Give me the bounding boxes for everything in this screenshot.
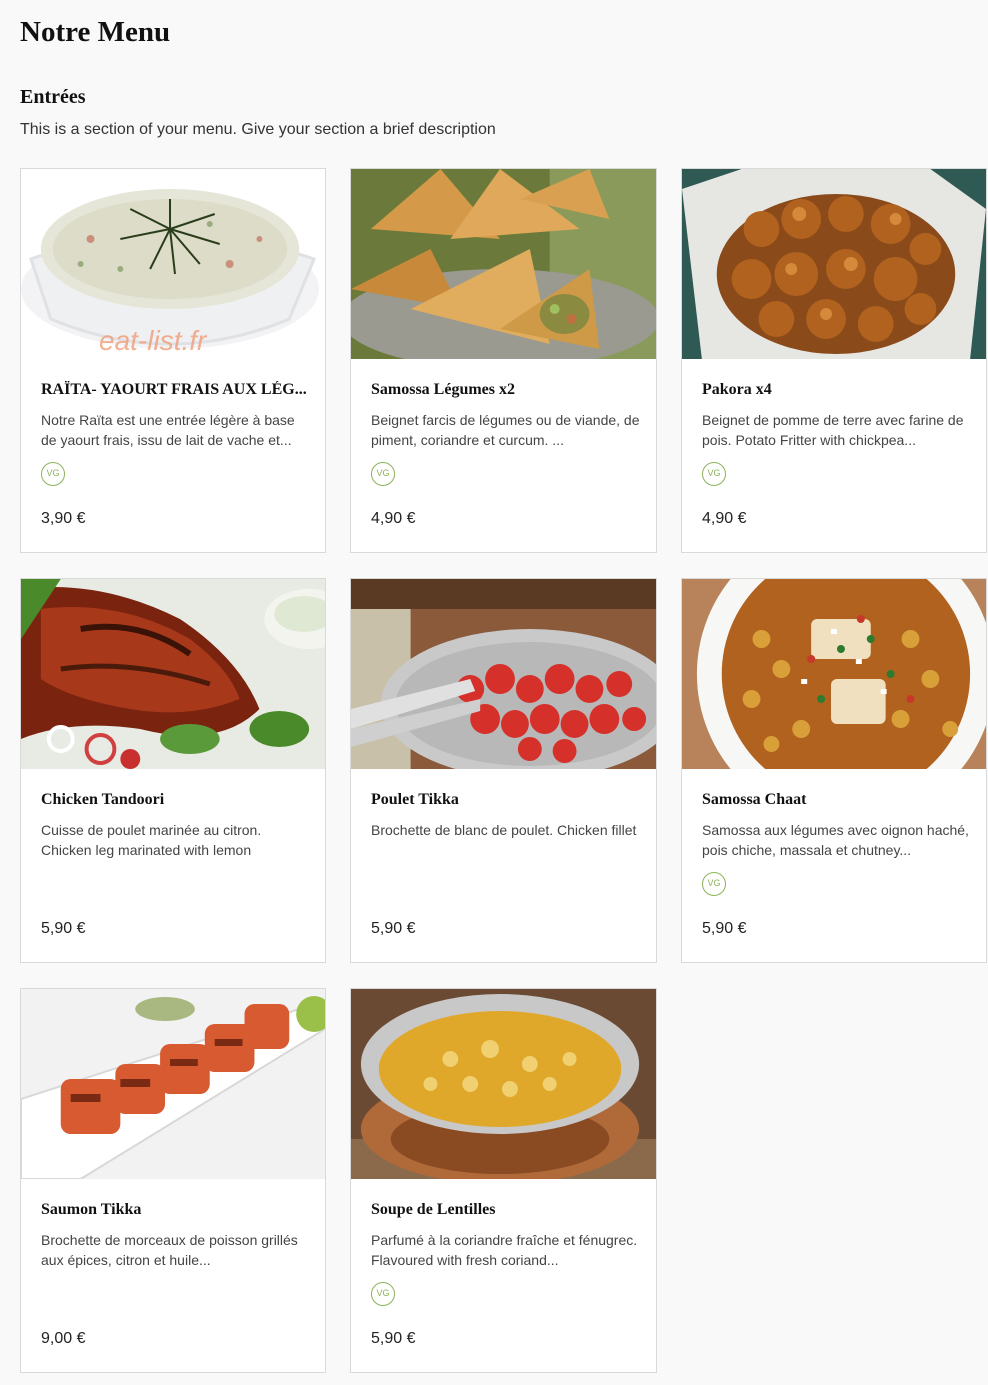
section-description: This is a section of your menu. Give you… [20, 121, 496, 138]
menu-item-card[interactable]: Chicken Tandoori Cuisse de poulet mariné… [20, 578, 326, 963]
menu-item-description: Cuisse de poulet marinée au citron. Chic… [41, 822, 262, 858]
menu-item-name: Chicken Tandoori [41, 791, 165, 808]
samossa-chaat-image [682, 579, 986, 769]
menu-item-price: 9,00 € [41, 1330, 86, 1347]
vegetarian-badge-icon: VG [702, 872, 726, 896]
watermark-text: eat-list.fr [99, 325, 207, 356]
pakora-image [682, 169, 986, 359]
raita-bowl-image: eat-list.fr [21, 169, 325, 359]
poulet-tikka-image [351, 579, 656, 769]
menu-item-description: Beignet de pomme de terre avec farine de… [702, 412, 964, 448]
vegetarian-badge-icon: VG [371, 462, 395, 486]
menu-item-name: Samossa Chaat [702, 791, 807, 808]
menu-item-name: Soupe de Lentilles [371, 1201, 496, 1218]
menu-item-description: Samossa aux légumes avec oignon haché, p… [702, 822, 969, 858]
menu-item-price: 5,90 € [371, 1330, 416, 1347]
menu-item-name: Saumon Tikka [41, 1201, 142, 1218]
menu-item-name: Samossa Légumes x2 [371, 381, 516, 398]
menu-grid: eat-list.fr RAÏTA- YAOURT FRAIS AUX LÉG.… [20, 168, 987, 1373]
menu-item-description: Parfumé à la coriandre fraîche et fénugr… [371, 1232, 638, 1268]
menu-item-name: RAÏTA- YAOURT FRAIS AUX LÉG... [41, 381, 307, 398]
menu-item-price: 4,90 € [702, 510, 747, 527]
menu-item-card[interactable]: eat-list.fr RAÏTA- YAOURT FRAIS AUX LÉG.… [20, 168, 326, 553]
vegetarian-badge-icon: VG [41, 462, 65, 486]
samossa-image [351, 169, 656, 359]
menu-item-price: 5,90 € [371, 920, 416, 937]
menu-item-price: 4,90 € [371, 510, 416, 527]
page-title: Notre Menu [20, 16, 171, 48]
menu-item-name: Poulet Tikka [371, 791, 459, 808]
vegetarian-badge-icon: VG [702, 462, 726, 486]
menu-item-description: Brochette de blanc de poulet. Chicken fi… [371, 822, 637, 838]
chicken-tandoori-image [21, 579, 325, 769]
menu-item-price: 5,90 € [41, 920, 86, 937]
saumon-tikka-image [21, 989, 325, 1179]
menu-item-description: Brochette de morceaux de poisson grillés… [41, 1232, 298, 1268]
section-title: Entrées [20, 86, 86, 108]
menu-item-price: 5,90 € [702, 920, 747, 937]
menu-item-card[interactable]: Poulet Tikka Brochette de blanc de poule… [350, 578, 657, 963]
menu-item-name: Pakora x4 [702, 381, 772, 398]
menu-item-card[interactable]: Soupe de Lentilles Parfumé à la coriandr… [350, 988, 657, 1373]
menu-item-price: 3,90 € [41, 510, 86, 527]
menu-item-card[interactable]: Saumon Tikka Brochette de morceaux de po… [20, 988, 326, 1373]
menu-item-card[interactable]: Samossa Chaat Samossa aux légumes avec o… [681, 578, 987, 963]
menu-item-card[interactable]: Samossa Légumes x2 Beignet farcis de lég… [350, 168, 657, 553]
menu-item-description: Beignet farcis de légumes ou de viande, … [371, 412, 640, 448]
menu-item-description: Notre Raïta est une entrée légère à base… [41, 412, 295, 448]
vegetarian-badge-icon: VG [371, 1282, 395, 1306]
menu-item-card[interactable]: Pakora x4 Beignet de pomme de terre avec… [681, 168, 987, 553]
lentil-soup-image [351, 989, 656, 1179]
